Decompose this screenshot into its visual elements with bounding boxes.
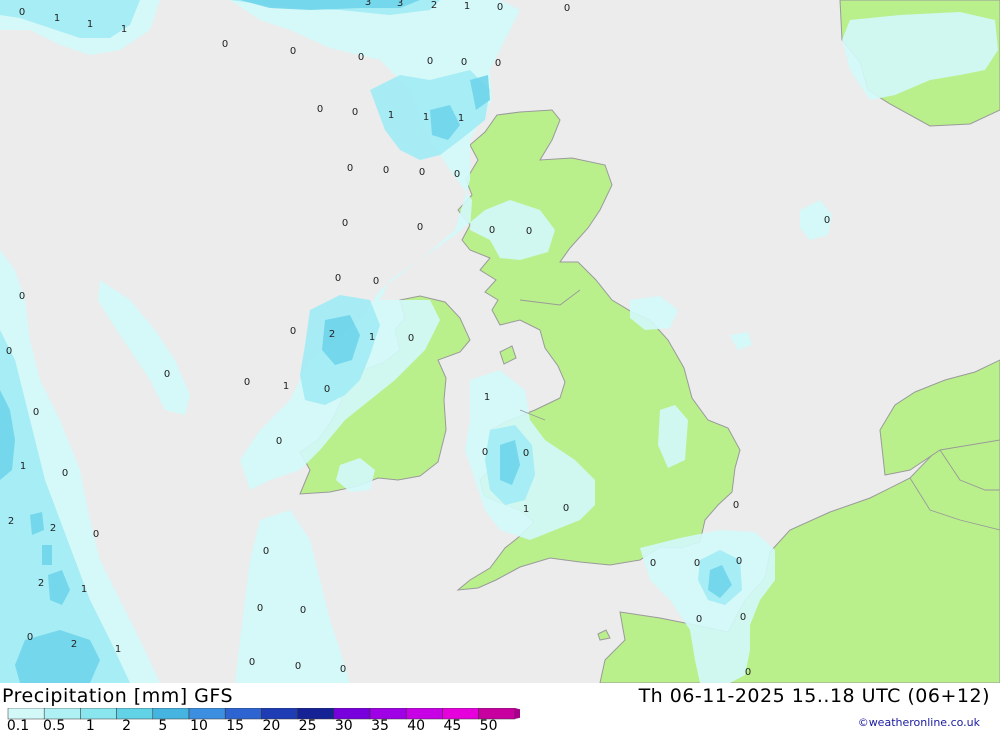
precip-value-label: 0 <box>300 605 306 616</box>
precip-value-label: 0 <box>419 167 425 178</box>
precip-value-label: 0 <box>563 503 569 514</box>
precip-value-label: 0 <box>290 46 296 57</box>
source-credit[interactable]: ©weatheronline.co.uk <box>858 716 980 729</box>
precip-value-label: 0 <box>19 7 25 18</box>
precip-value-label: 0 <box>164 369 170 380</box>
precip-value-label: 1 <box>388 110 394 121</box>
forecast-datetime: Th 06-11-2025 15..18 UTC (06+12) <box>638 685 990 707</box>
precip-value-label: 0 <box>244 377 250 388</box>
legend-tick-label: 50 <box>479 718 498 734</box>
precip-value-label: 0 <box>733 500 739 511</box>
legend-tick-label: 5 <box>158 718 168 734</box>
precipitation-map: 0 1 1 1 3 3 2 1 0 0 0 0 0 0 0 0 1 1 1 0 0 0 0 0 0 0 0 0 0 0 0 0 0 2 1 0 0 0 1 0… <box>0 0 1000 683</box>
precip-value-label: 1 <box>115 644 121 655</box>
precip-value-label: 1 <box>20 461 26 472</box>
precip-value-label: 1 <box>283 381 289 392</box>
precip-value-label: 0 <box>340 664 346 675</box>
precip-value-label: 0 <box>696 614 702 625</box>
legend-tick-label: 0.5 <box>43 718 66 734</box>
color-scale-labels: 0.1 0.5 1 2 5 10 15 20 25 30 35 40 45 50 <box>0 718 520 734</box>
precip-value-label: 0 <box>564 3 570 14</box>
precip-value-label: 0 <box>736 556 742 567</box>
precip-value-label: 3 <box>365 0 371 8</box>
precip-value-label: 0 <box>495 58 501 69</box>
map-title: Precipitation [mm] GFS <box>2 685 234 707</box>
precip-value-label: 0 <box>6 346 12 357</box>
legend-tick-label: 20 <box>262 718 281 734</box>
precip-value-label: 1 <box>458 113 464 124</box>
precip-value-label: 0 <box>62 468 68 479</box>
precip-value-label: 2 <box>8 516 14 527</box>
precip-value-label: 0 <box>461 57 467 68</box>
precip-value-label: 0 <box>290 326 296 337</box>
precip-value-label: 0 <box>93 529 99 540</box>
precip-value-label: 0 <box>454 169 460 180</box>
precip-value-label: 1 <box>484 392 490 403</box>
legend-tick-label: 15 <box>226 718 245 734</box>
legend-tick-label: 40 <box>407 718 426 734</box>
precip-value-label: 1 <box>423 112 429 123</box>
precip-value-label: 0 <box>497 2 503 13</box>
precip-value-label: 0 <box>650 558 656 569</box>
precip-value-label: 0 <box>276 436 282 447</box>
legend-tick-label: 1 <box>85 718 95 734</box>
legend-footer: Precipitation [mm] GFS Th 06-11-2025 15.… <box>0 683 1000 734</box>
precip-value-label: 0 <box>317 104 323 115</box>
precip-value-label: 2 <box>431 0 437 11</box>
precip-value-label: 0 <box>347 163 353 174</box>
precip-value-label: 0 <box>417 222 423 233</box>
precip-value-label: 0 <box>694 558 700 569</box>
precip-value-label: 3 <box>397 0 403 9</box>
precip-value-label: 2 <box>38 578 44 589</box>
legend-tick-label: 30 <box>334 718 353 734</box>
precip-value-label: 0 <box>427 56 433 67</box>
precip-value-label: 1 <box>87 19 93 30</box>
precip-value-label: 0 <box>33 407 39 418</box>
precip-value-label: 0 <box>263 546 269 557</box>
precip-value-label: 1 <box>81 584 87 595</box>
precip-value-label: 0 <box>408 333 414 344</box>
precip-value-label: 0 <box>335 273 341 284</box>
precip-value-label: 0 <box>19 291 25 302</box>
precip-value-label: 0 <box>352 107 358 118</box>
precip-value-label: 1 <box>54 13 60 24</box>
precip-value-label: 0 <box>526 226 532 237</box>
legend-tick-label: 35 <box>371 718 389 734</box>
precip-value-label: 0 <box>257 603 263 614</box>
legend-tick-label: 0.1 <box>6 718 30 734</box>
precip-value-label: 0 <box>295 661 301 672</box>
precip-value-label: 1 <box>464 1 470 12</box>
precip-value-label: 0 <box>740 612 746 623</box>
precip-value-label: 0 <box>489 225 495 236</box>
precip-value-label: 0 <box>482 447 488 458</box>
legend-tick-label: 25 <box>298 718 317 734</box>
precip-value-label: 0 <box>358 52 364 63</box>
precip-value-label: 0 <box>324 384 330 395</box>
precip-value-label: 2 <box>71 639 77 650</box>
precip-value-label: 2 <box>50 523 56 534</box>
precip-value-label: 0 <box>222 39 228 50</box>
precip-value-label: 0 <box>383 165 389 176</box>
precip-value-label: 1 <box>369 332 375 343</box>
precip-value-label: 0 <box>27 632 33 643</box>
precip-value-label: 1 <box>121 24 127 35</box>
legend-tick-label: 2 <box>122 718 132 734</box>
precip-value-label: 0 <box>342 218 348 229</box>
precip-value-label: 0 <box>249 657 255 668</box>
precip-value-label: 0 <box>523 448 529 459</box>
legend-tick-label: 10 <box>190 718 208 734</box>
precip-value-label: 1 <box>523 504 529 515</box>
precip-value-label: 0 <box>373 276 379 287</box>
precip-value-label: 2 <box>329 329 335 340</box>
precip-value-label: 0 <box>745 667 751 678</box>
legend-tick-label: 45 <box>443 718 462 734</box>
precip-value-label: 0 <box>824 215 830 226</box>
